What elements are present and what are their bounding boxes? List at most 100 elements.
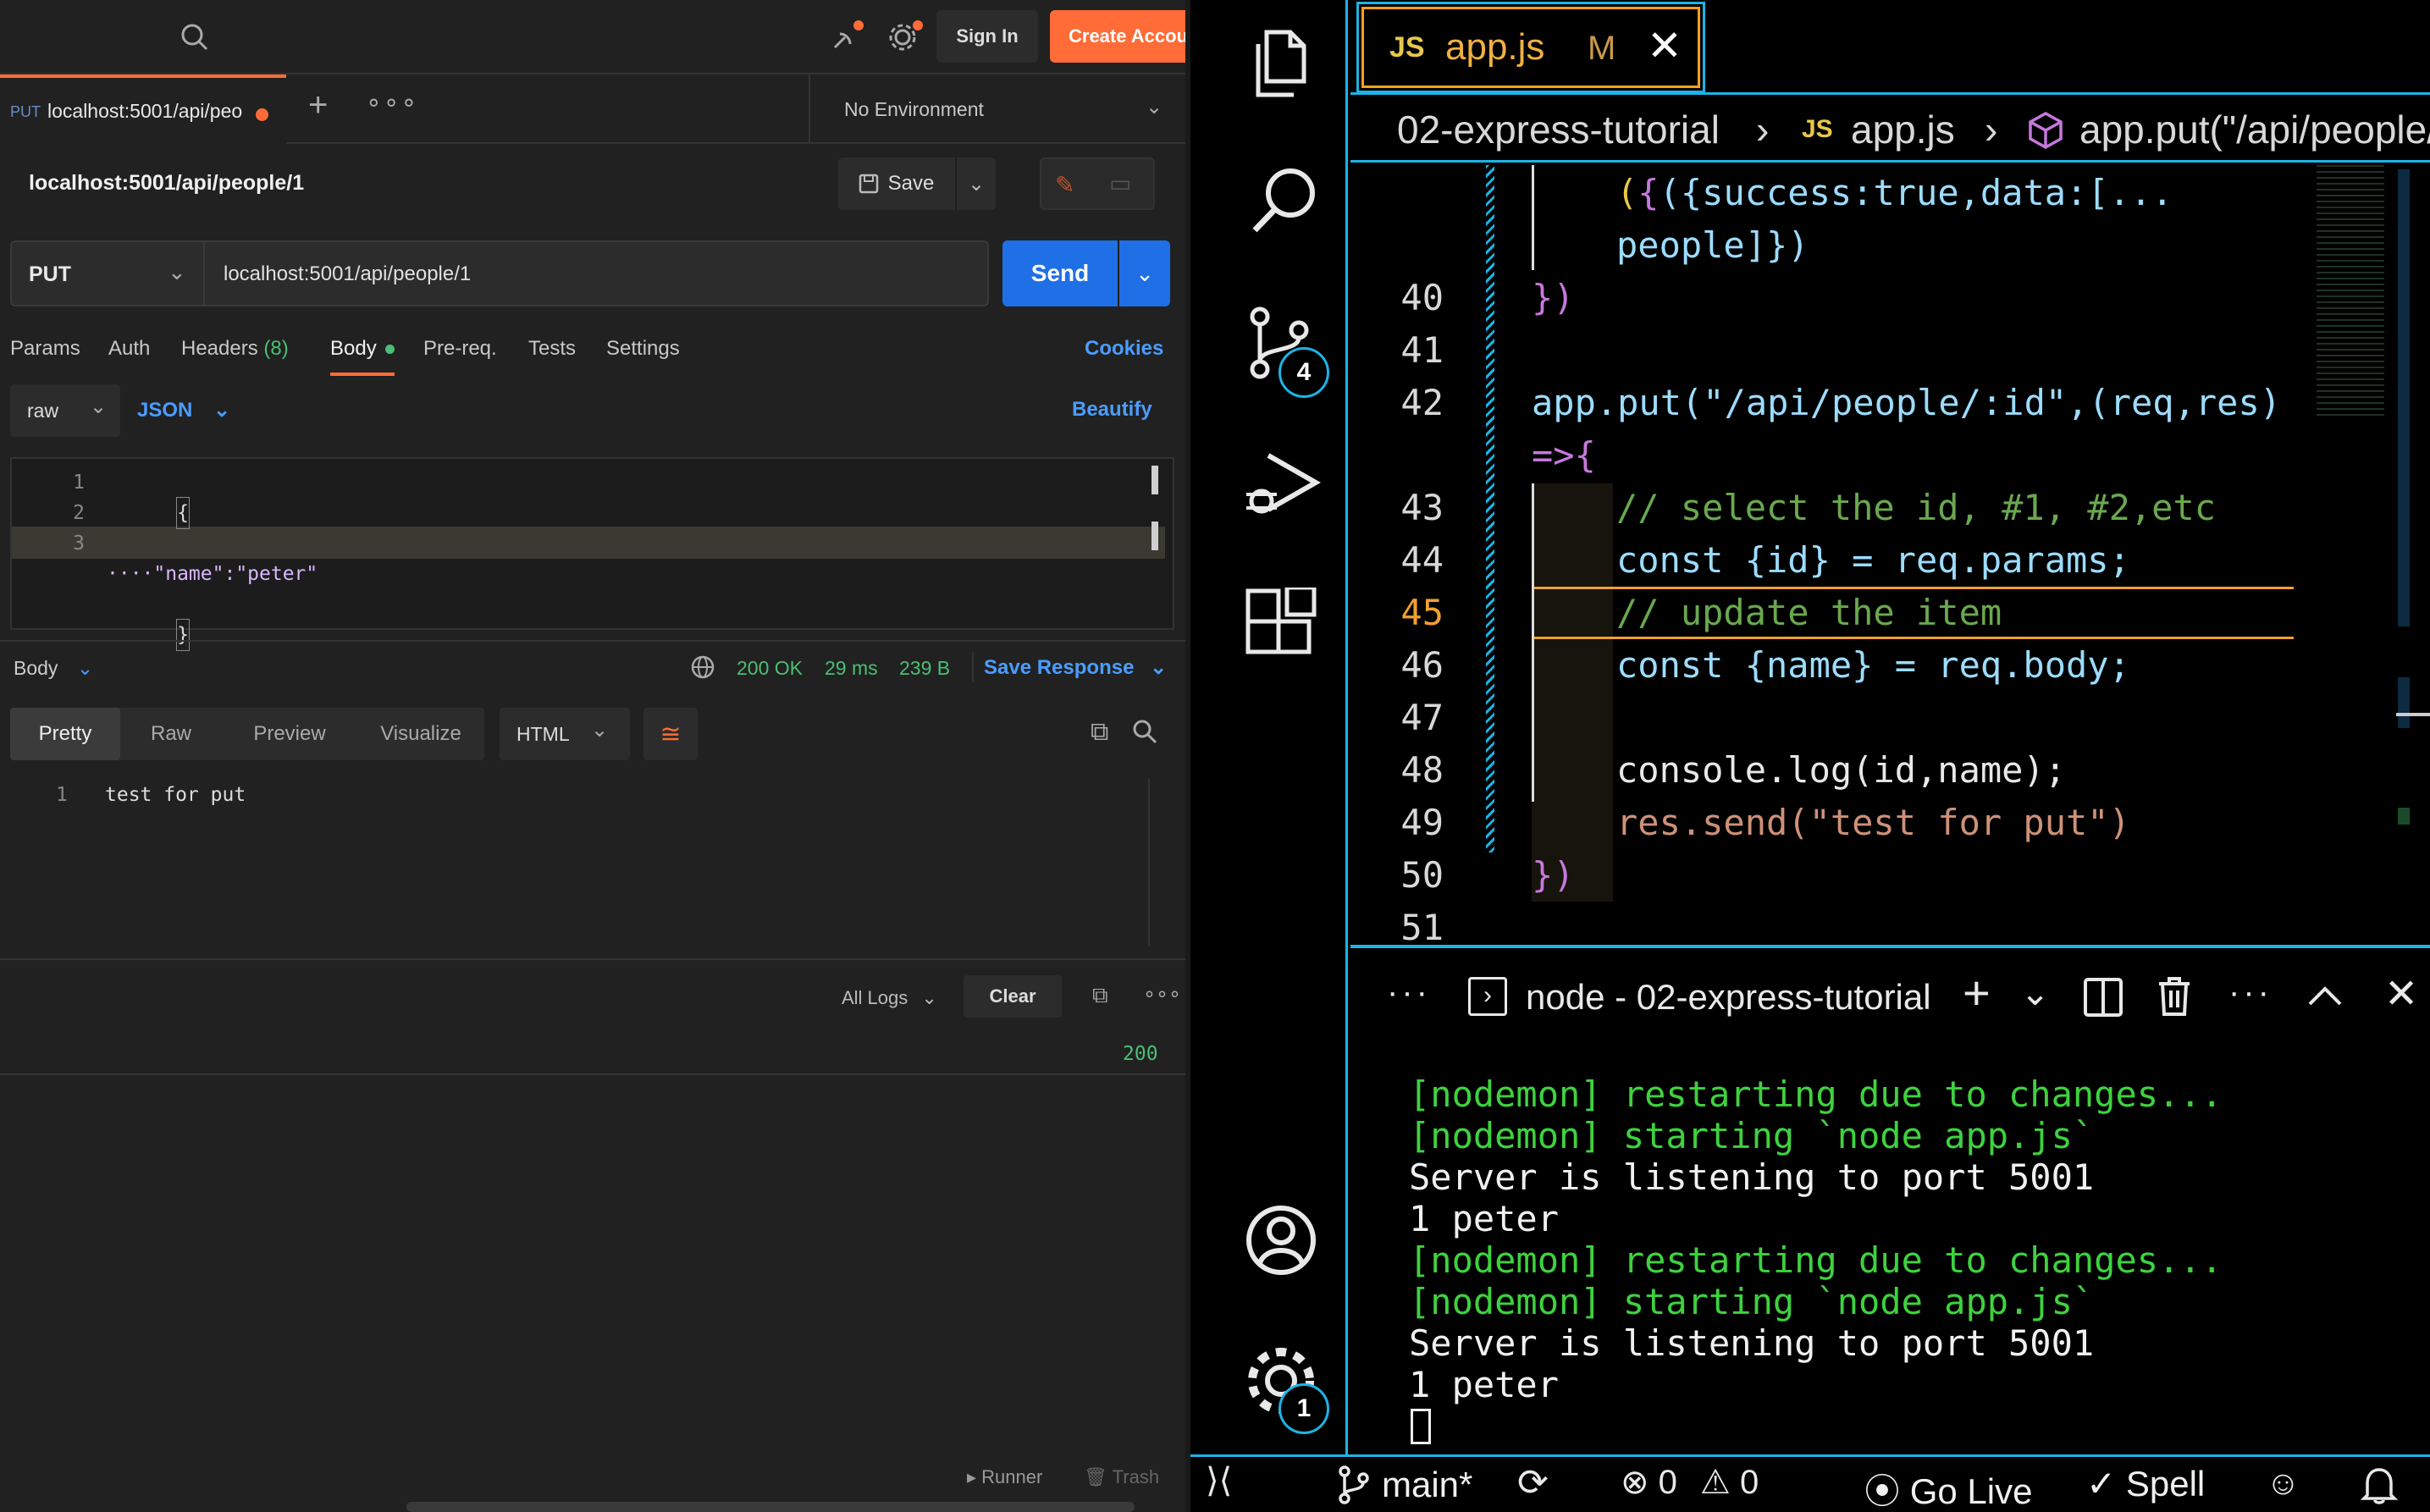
- body-format-select[interactable]: JSON ⌄: [137, 398, 230, 422]
- editor-scrollbar[interactable]: [2398, 169, 2410, 626]
- response-time[interactable]: 29 ms: [825, 657, 878, 680]
- url-input[interactable]: localhost:5001/api/people/1: [205, 240, 989, 306]
- trash-icon[interactable]: [2156, 975, 2193, 1018]
- send-button[interactable]: Send: [1002, 240, 1118, 306]
- response-section-select[interactable]: Body ⌄: [14, 657, 93, 680]
- line-number: 46: [1400, 644, 1444, 686]
- spell-check-button[interactable]: ✓ Spell: [2086, 1463, 2205, 1504]
- response-size[interactable]: 239 B: [899, 657, 950, 680]
- request-tab[interactable]: PUT localhost:5001/api/peo: [0, 74, 286, 144]
- satellite-icon[interactable]: [828, 19, 865, 56]
- body-mode-select[interactable]: raw ⌄: [10, 384, 120, 437]
- terminal-more-icon[interactable]: ···: [2228, 974, 2273, 1012]
- breadcrumb-symbol[interactable]: app.put("/api/people/: [2079, 107, 2430, 152]
- line-number: 42: [1400, 382, 1444, 423]
- terminal-cursor[interactable]: [1411, 1409, 1431, 1444]
- explorer-files-icon[interactable]: [1246, 25, 1314, 102]
- wrap-lines-icon[interactable]: ≅: [643, 708, 698, 760]
- runner-button[interactable]: ▸ Runner: [967, 1466, 1042, 1488]
- status-code[interactable]: 200 OK: [737, 657, 803, 680]
- git-branch-label[interactable]: main*: [1382, 1465, 1472, 1505]
- feedback-icon[interactable]: ☺: [2266, 1465, 2300, 1503]
- runner-icon: ▸: [967, 1466, 977, 1487]
- view-tab-raw[interactable]: Raw: [120, 708, 222, 760]
- split-terminal-icon[interactable]: [2083, 977, 2123, 1018]
- more-options-icon[interactable]: ∘∘∘: [1143, 982, 1181, 1007]
- status-bar: [1190, 1454, 2430, 1512]
- horizontal-scrollbar[interactable]: [406, 1502, 1135, 1512]
- tab-headers[interactable]: Headers (8): [181, 337, 289, 361]
- tab-auth[interactable]: Auth: [108, 337, 150, 361]
- tab-body[interactable]: Body: [330, 337, 395, 376]
- minimap[interactable]: [2317, 165, 2384, 419]
- console-status-code[interactable]: 200: [1123, 1043, 1158, 1065]
- line-gutter: 1 2 3: [42, 467, 85, 559]
- copy-icon[interactable]: ⧉: [1091, 718, 1108, 747]
- new-tab-plus-icon[interactable]: +: [308, 88, 328, 122]
- sync-icon[interactable]: ⟳: [1517, 1461, 1549, 1504]
- run-debug-icon[interactable]: [1243, 447, 1321, 523]
- globe-icon[interactable]: [689, 654, 716, 681]
- request-name[interactable]: localhost:5001/api/people/1: [29, 171, 304, 196]
- tab-tests[interactable]: Tests: [528, 337, 576, 361]
- new-terminal-plus-icon[interactable]: +: [1963, 965, 1991, 1020]
- code-text: ({success:true,data:[...: [1659, 172, 2173, 213]
- terminal-title[interactable]: node - 02-express-tutorial: [1526, 977, 1931, 1018]
- line-number: 44: [1400, 539, 1444, 581]
- search-icon[interactable]: [1131, 718, 1158, 745]
- save-button[interactable]: Save: [838, 157, 953, 210]
- trash-button[interactable]: 🗑 Trash: [1084, 1466, 1159, 1488]
- close-panel-icon[interactable]: ✕: [2384, 970, 2418, 1018]
- chevron-down-icon[interactable]: ⌄: [2020, 972, 2050, 1013]
- divider: [1148, 779, 1150, 946]
- create-account-button[interactable]: Create Accou: [1050, 10, 1185, 63]
- editor-tab-app-js[interactable]: JS app.js M ✕: [1356, 2, 1705, 93]
- problems-indicator[interactable]: ⊗ 0 ⚠ 0: [1621, 1463, 1759, 1502]
- all-logs-select[interactable]: All Logs ⌄: [842, 987, 937, 1009]
- search-icon[interactable]: [1246, 161, 1323, 237]
- beautify-button[interactable]: Beautify: [1072, 398, 1152, 422]
- cookies-link[interactable]: Cookies: [1085, 337, 1163, 361]
- all-logs-label: All Logs: [842, 987, 908, 1008]
- clear-console-button[interactable]: Clear: [964, 975, 1062, 1018]
- go-live-button[interactable]: ⦿ Go Live: [1864, 1463, 2032, 1512]
- notifications-bell-icon[interactable]: [2361, 1465, 2398, 1505]
- more-tabs-icon[interactable]: ∘∘∘: [366, 88, 418, 118]
- maximize-panel-chevron-up-icon[interactable]: [2306, 982, 2344, 1007]
- view-tab-pretty[interactable]: Pretty: [10, 708, 120, 760]
- tab-settings[interactable]: Settings: [606, 337, 680, 361]
- view-tab-visualize[interactable]: Visualize: [357, 708, 484, 760]
- tab-title: localhost:5001/api/peo: [47, 100, 243, 122]
- remote-icon[interactable]: ⟩⟨: [1206, 1461, 1232, 1500]
- body-editor[interactable]: 1 2 3 { ····"name":"peter" }: [10, 457, 1174, 651]
- panel-more-icon[interactable]: ···: [1387, 974, 1431, 1012]
- response-format-select[interactable]: HTML ⌄: [500, 708, 630, 760]
- search-icon[interactable]: [178, 20, 212, 54]
- modified-indicator: M: [1588, 30, 1616, 67]
- close-tab-icon[interactable]: ✕: [1647, 21, 1682, 70]
- response-line-number: 1: [56, 784, 68, 806]
- tab-pre-request[interactable]: Pre-req.: [423, 337, 497, 361]
- environment-selector[interactable]: No Environment ⌄: [809, 74, 1185, 144]
- code-editor[interactable]: 40 41 42 43 44 45 46 47 48 49 50 51 ({({…: [1350, 165, 2430, 946]
- breadcrumb-file[interactable]: app.js: [1851, 107, 1955, 152]
- editor-scrollbar-thumb[interactable]: [2396, 713, 2430, 716]
- sign-in-button[interactable]: Sign In: [936, 10, 1038, 63]
- send-options-chevron-icon[interactable]: ⌄: [1119, 240, 1170, 306]
- account-icon[interactable]: [1243, 1202, 1319, 1278]
- save-options-chevron-icon[interactable]: ⌄: [955, 157, 996, 210]
- view-tab-preview[interactable]: Preview: [222, 708, 357, 760]
- extensions-icon[interactable]: [1243, 588, 1319, 664]
- tab-params[interactable]: Params: [10, 337, 80, 361]
- settings-gear-icon[interactable]: [886, 19, 923, 56]
- save-response-button[interactable]: Save Response ⌄: [984, 655, 1167, 680]
- code-line: const {id} = req.params;: [1616, 539, 2130, 581]
- comment-icon[interactable]: ▭: [1109, 169, 1131, 197]
- copy-icon[interactable]: ⧉: [1092, 982, 1108, 1009]
- response-body-text[interactable]: test for put: [105, 784, 246, 806]
- environment-label: No Environment: [844, 98, 984, 120]
- method-select[interactable]: PUT ⌄: [10, 240, 205, 306]
- save-response-label: Save Response: [984, 656, 1135, 679]
- pencil-icon[interactable]: ✎: [1055, 171, 1074, 199]
- breadcrumb-folder[interactable]: 02-express-tutorial: [1397, 107, 1720, 152]
